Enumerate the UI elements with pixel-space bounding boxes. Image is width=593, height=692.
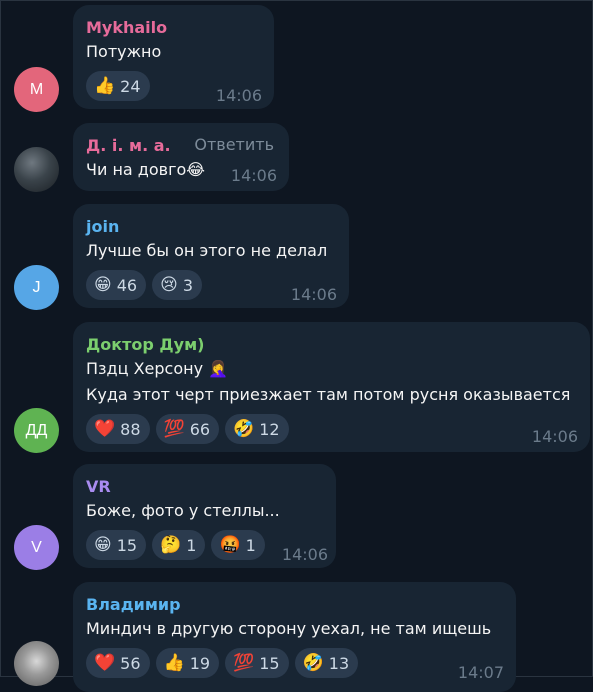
reaction-cry[interactable]: 😢 3 bbox=[152, 270, 203, 300]
message-text: Боже, фото у стеллы... bbox=[86, 501, 280, 520]
avatar-vr[interactable]: V bbox=[14, 525, 59, 570]
message-time: 14:06 bbox=[281, 545, 328, 564]
message-time: 14:06 bbox=[230, 166, 277, 185]
thumbs-up-icon: 👍 bbox=[163, 652, 185, 673]
hundred-points-icon: 💯 bbox=[163, 418, 185, 439]
reaction-thumbs-up[interactable]: 👍 19 bbox=[155, 648, 220, 678]
reaction-heart[interactable]: ❤️ 56 bbox=[86, 648, 150, 678]
message-text: Лучше бы он этого не делал bbox=[86, 241, 328, 260]
reaction-count: 88 bbox=[120, 419, 141, 439]
avatar-mykhailo[interactable]: M bbox=[14, 67, 59, 112]
heart-icon: ❤️ bbox=[94, 418, 116, 439]
reaction-count: 15 bbox=[116, 535, 138, 555]
reaction-count: 15 bbox=[259, 653, 280, 673]
message-bubble[interactable]: Mykhailo Потужно 👍 24 14:06 bbox=[73, 5, 274, 109]
reaction-grin[interactable]: 😁 15 bbox=[86, 530, 147, 560]
reaction-rofl[interactable]: 🤣 12 bbox=[225, 414, 289, 444]
message-text-line-1: Пздц Херсону 🤦‍♀️ bbox=[86, 359, 229, 378]
reaction-rofl[interactable]: 🤣 13 bbox=[294, 648, 359, 678]
reaction-heart[interactable]: ❤️ 88 bbox=[86, 414, 150, 444]
reaction-count: 24 bbox=[120, 76, 141, 96]
cursing-face-icon: 🤬 bbox=[219, 534, 241, 555]
message-text-line-2: Куда этот черт приезжает там потом русня… bbox=[86, 385, 571, 404]
message-time: 14:06 bbox=[215, 86, 262, 105]
reactions-bar: ❤️ 56 👍 19 💯 15 🤣 13 bbox=[86, 648, 502, 678]
crying-face-icon: 😢 bbox=[160, 274, 178, 295]
reaction-hundred[interactable]: 💯 66 bbox=[155, 414, 220, 444]
avatar-dima[interactable] bbox=[14, 147, 59, 192]
heart-icon: ❤️ bbox=[94, 652, 116, 673]
rolling-laughing-icon: 🤣 bbox=[302, 652, 324, 673]
author-name[interactable]: VR bbox=[86, 476, 322, 498]
message-time: 14:07 bbox=[457, 663, 504, 682]
avatar-vladimir[interactable] bbox=[14, 641, 59, 686]
grinning-face-icon: 😁 bbox=[94, 534, 112, 555]
reaction-grin[interactable]: 😁 46 bbox=[86, 270, 147, 300]
grinning-face-icon: 😁 bbox=[94, 274, 112, 295]
reaction-count: 46 bbox=[116, 275, 138, 295]
avatar-doktor-dum[interactable]: ДД bbox=[14, 408, 59, 453]
message-bubble[interactable]: join Лучше бы он этого не делал 😁 46 😢 3… bbox=[73, 204, 349, 308]
reaction-thinking[interactable]: 🤔 1 bbox=[152, 530, 206, 560]
reaction-count: 13 bbox=[328, 653, 350, 673]
reaction-cursing[interactable]: 🤬 1 bbox=[211, 530, 265, 560]
reaction-count: 3 bbox=[182, 275, 194, 295]
reply-button[interactable]: Ответить bbox=[194, 135, 274, 154]
thumbs-up-icon: 👍 bbox=[94, 75, 116, 96]
rolling-laughing-icon: 🤣 bbox=[233, 418, 255, 439]
reaction-count: 19 bbox=[189, 653, 211, 673]
reaction-hundred[interactable]: 💯 15 bbox=[225, 648, 289, 678]
message-text: Потужно bbox=[86, 42, 162, 61]
reaction-thumbs-up[interactable]: 👍 24 bbox=[86, 71, 150, 101]
message-time: 14:06 bbox=[290, 285, 337, 304]
message-bubble[interactable]: VR Боже, фото у стеллы... 😁 15 🤔 1 🤬 1 1… bbox=[73, 464, 336, 568]
message-bubble[interactable]: Владимир Миндич в другую сторону уехал, … bbox=[73, 582, 516, 692]
reaction-count: 66 bbox=[189, 419, 211, 439]
author-name[interactable]: join bbox=[86, 216, 335, 238]
message-time: 14:06 bbox=[531, 427, 578, 446]
reaction-count: 12 bbox=[259, 419, 280, 439]
reactions-bar: ❤️ 88 💯 66 🤣 12 bbox=[86, 414, 576, 444]
reaction-count: 1 bbox=[186, 535, 197, 555]
avatar-join[interactable]: J bbox=[14, 265, 59, 310]
author-name[interactable]: Доктор Дум) bbox=[86, 334, 576, 356]
author-name[interactable]: Владимир bbox=[86, 594, 502, 616]
hundred-points-icon: 💯 bbox=[233, 652, 255, 673]
thinking-face-icon: 🤔 bbox=[160, 534, 182, 555]
reaction-count: 56 bbox=[120, 653, 141, 673]
message-text: Миндич в другую сторону уехал, не там ищ… bbox=[86, 619, 492, 638]
message-bubble[interactable]: Доктор Дум) Пздц Херсону 🤦‍♀️ Куда этот … bbox=[73, 322, 590, 452]
reaction-count: 1 bbox=[245, 535, 256, 555]
author-name[interactable]: Mykhailo bbox=[86, 17, 260, 39]
message-bubble[interactable]: Д. і. м. а. Ответить Чи на довго😂 14:06 bbox=[73, 123, 289, 191]
